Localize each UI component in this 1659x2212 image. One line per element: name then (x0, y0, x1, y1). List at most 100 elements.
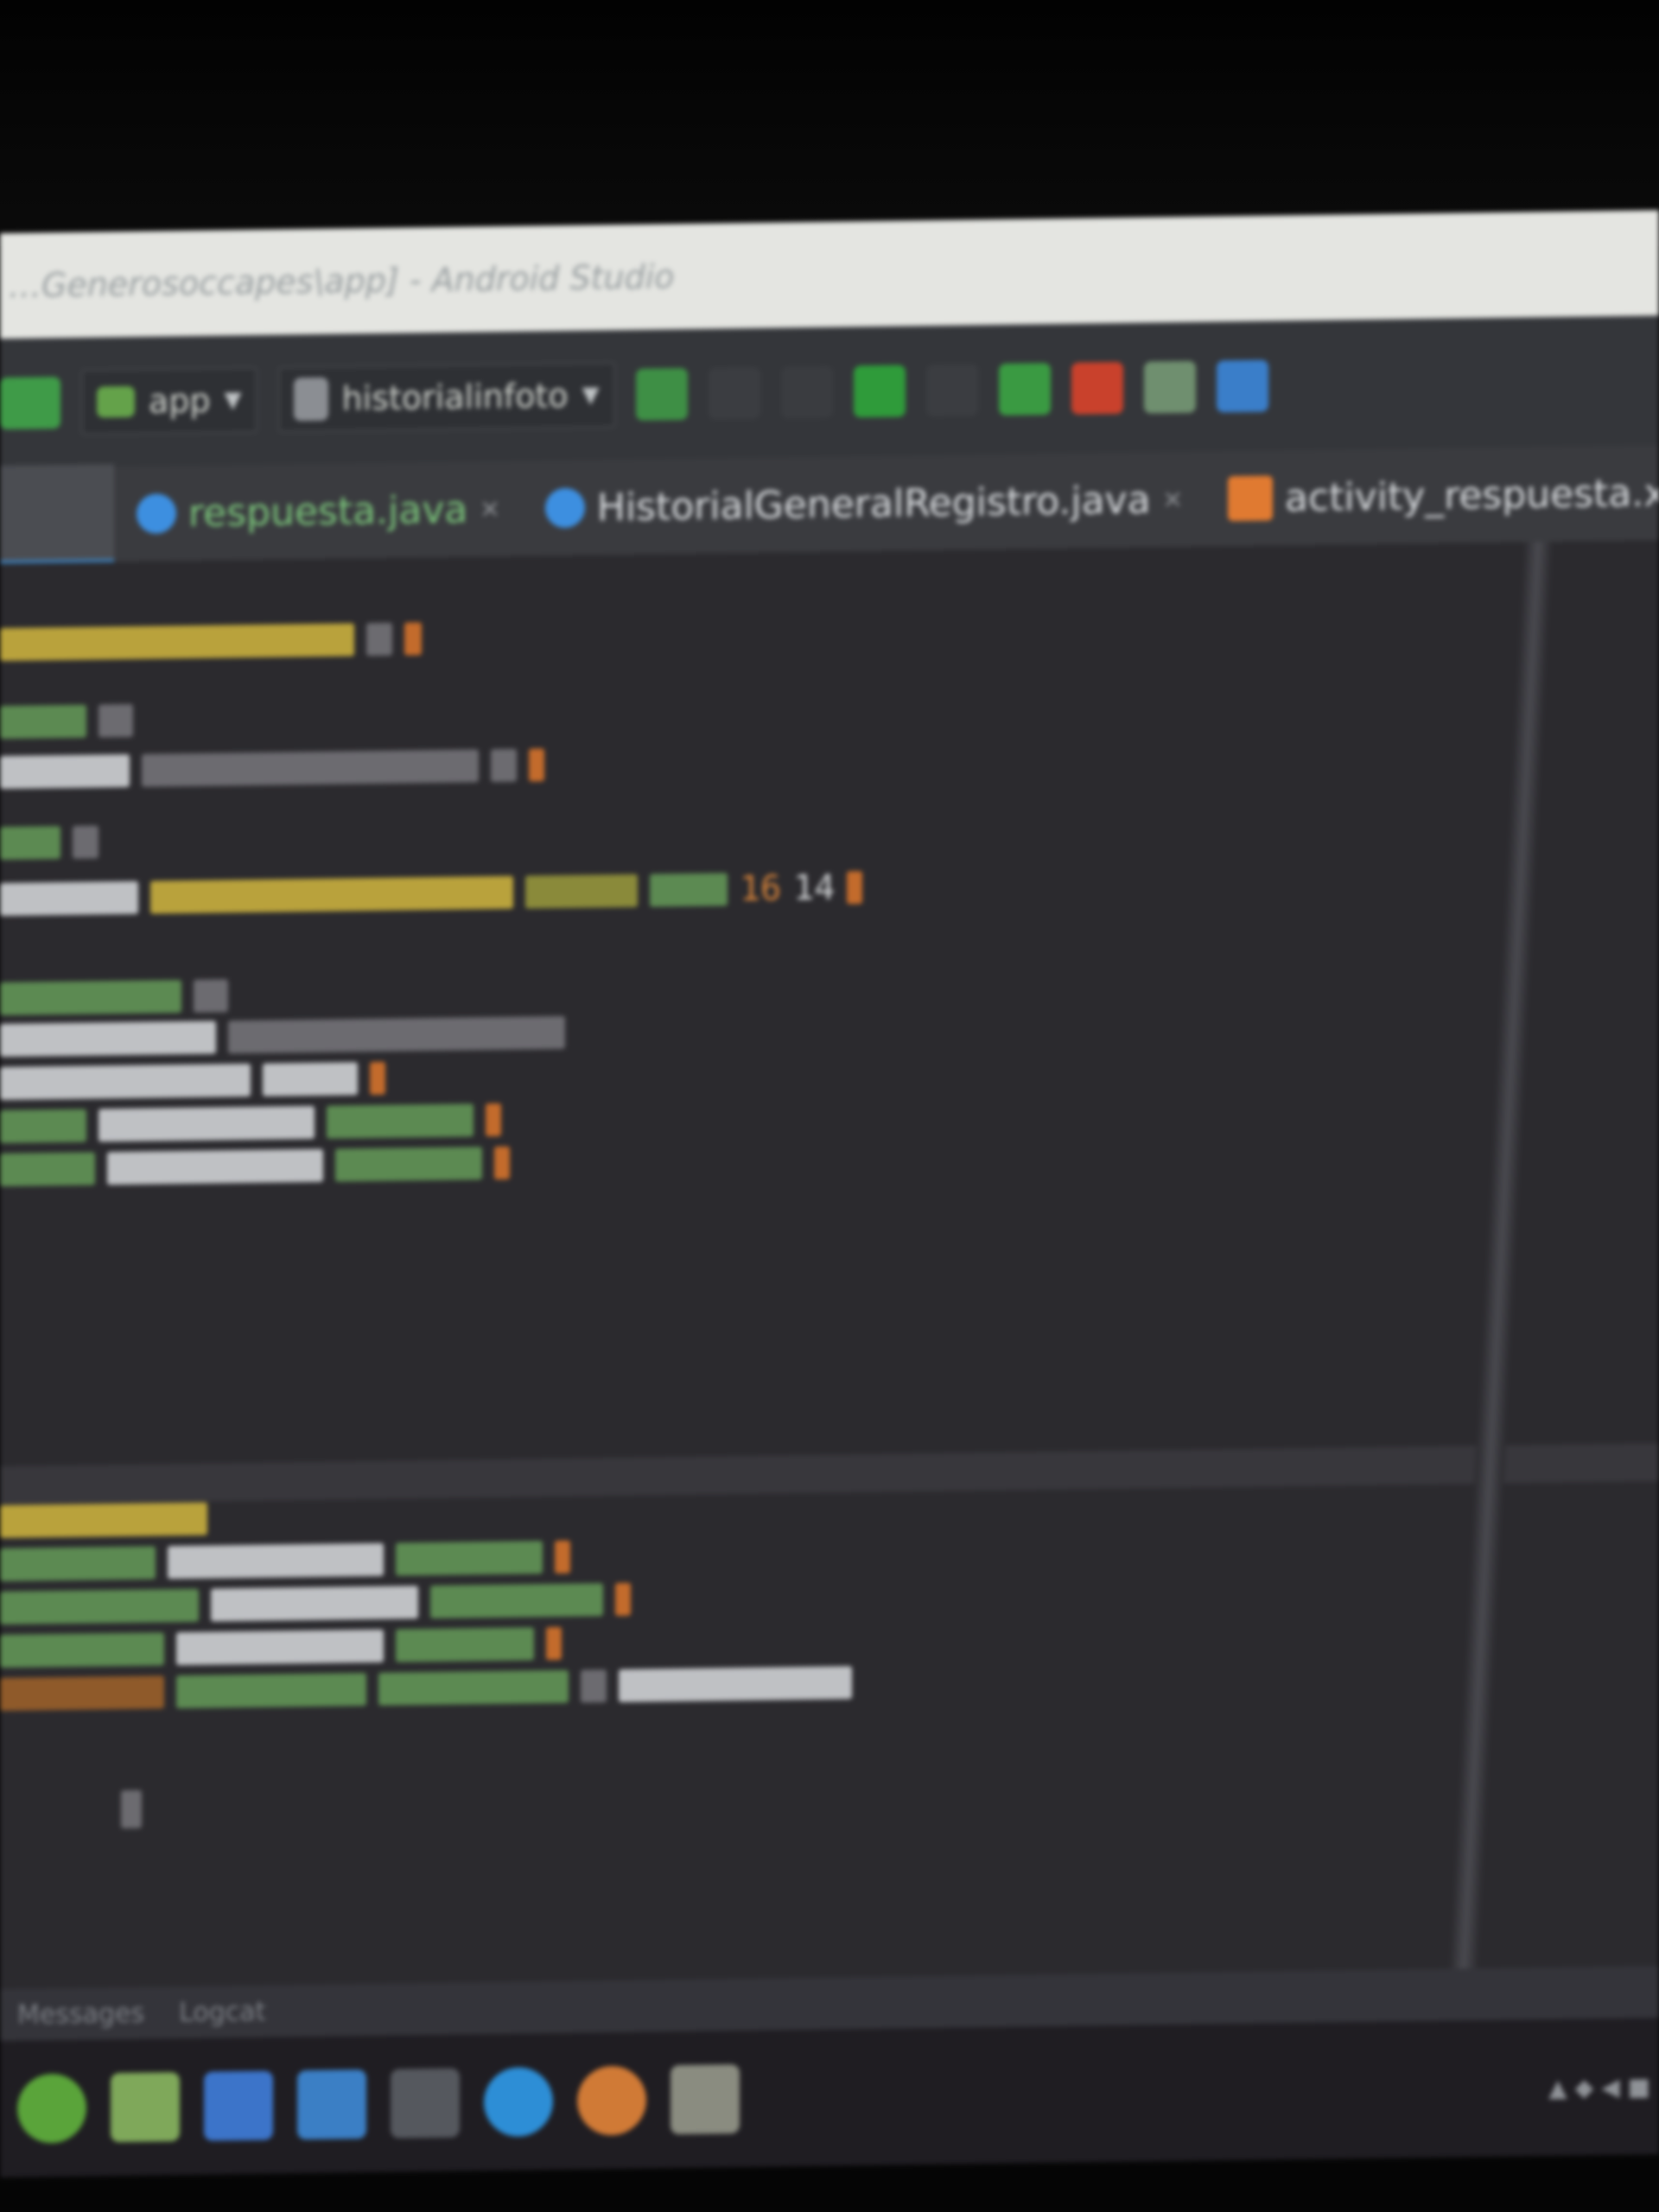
code-token (73, 825, 99, 859)
code-token (615, 1582, 631, 1617)
start-orb-icon[interactable] (17, 2073, 86, 2144)
sdk-manager-icon[interactable] (1216, 359, 1268, 413)
code-token (0, 1063, 251, 1100)
java-class-icon (544, 487, 585, 529)
code-line: 16 14 (0, 867, 863, 920)
code-token (491, 748, 517, 783)
code-token (211, 1586, 418, 1622)
explorer-icon[interactable] (111, 2072, 180, 2143)
code-token (555, 1540, 570, 1574)
module-selector[interactable]: app ▼ (81, 366, 257, 435)
code-token (0, 1632, 164, 1668)
tab-respuesta-java[interactable]: respuesta.java ✕ (114, 461, 523, 563)
code-token (378, 1669, 569, 1706)
debug-icon[interactable] (853, 365, 906, 418)
code-token (546, 1626, 562, 1661)
code-token (525, 874, 638, 909)
debug-disabled-icon[interactable] (780, 365, 833, 419)
media-player-icon[interactable] (204, 2070, 273, 2141)
code-token (176, 1673, 366, 1709)
code-token (150, 875, 513, 914)
close-icon[interactable]: ✕ (480, 494, 499, 523)
close-icon[interactable]: ✕ (1163, 485, 1183, 513)
code-token (0, 1675, 164, 1711)
tab-previous[interactable] (0, 464, 114, 566)
code-token (335, 1147, 482, 1182)
code-editor[interactable]: 16 14 (0, 540, 1659, 1990)
code-token (847, 871, 863, 905)
code-line (0, 1623, 562, 1672)
code-token (107, 1148, 323, 1185)
code-token (0, 1502, 207, 1538)
run-config-selector[interactable]: historialinfoto ▼ (277, 362, 615, 433)
code-line (0, 1099, 501, 1147)
ide-window: …Generosoccapes\app] - Android Studio ap… (0, 210, 1659, 2178)
code-line (0, 1536, 570, 1586)
split-band (0, 1443, 1659, 1504)
code-token (404, 622, 422, 656)
code-token (529, 748, 544, 782)
system-tray: ▲ ◆ ◀ ■ (1548, 2071, 1650, 2102)
java-class-icon (137, 493, 176, 534)
code-token (370, 1061, 385, 1096)
code-token (650, 873, 728, 907)
code-token (430, 1583, 603, 1619)
code-token (366, 622, 392, 657)
stop-icon[interactable] (1071, 361, 1123, 415)
code-token (0, 623, 354, 661)
module-selector-label: app (149, 381, 211, 421)
code-token (396, 1627, 534, 1662)
code-line (0, 700, 133, 743)
code-token (0, 1020, 216, 1057)
code-number: 14 (793, 868, 836, 909)
code-line (0, 1012, 565, 1061)
code-line (0, 1498, 207, 1542)
browser-icon[interactable] (297, 2069, 366, 2140)
code-line (0, 618, 422, 665)
code-token (142, 749, 479, 787)
profile-icon[interactable] (925, 364, 978, 417)
xml-layout-icon (1228, 475, 1274, 522)
code-token (99, 1105, 315, 1142)
monitor-bezel (0, 0, 1659, 246)
code-line (0, 821, 99, 864)
code-line (0, 975, 228, 1020)
code-token (619, 1666, 852, 1703)
code-token (486, 1103, 501, 1137)
attach-debugger-icon[interactable] (998, 363, 1051, 416)
chevron-down-icon: ▼ (582, 382, 600, 409)
code-token (0, 753, 130, 789)
tab-label: HistorialGeneralRegistro.java (596, 477, 1151, 530)
apply-changes-icon[interactable] (708, 366, 760, 420)
code-token (0, 1109, 86, 1143)
hammer-build-icon[interactable] (0, 377, 60, 429)
code-token (168, 1542, 384, 1580)
code-number: 16 (740, 868, 782, 910)
code-token (0, 980, 181, 1015)
sync-gradle-icon[interactable] (1143, 360, 1196, 414)
text-cursor (121, 1789, 142, 1830)
tab-activity-respuesta-xml[interactable]: activity_respuesta.xml (1205, 444, 1659, 547)
code-line (0, 1142, 510, 1191)
firefox-icon[interactable] (577, 2065, 646, 2136)
code-token (581, 1669, 607, 1703)
tab-historial-general-registro[interactable]: HistorialGeneralRegistro.java ✕ (523, 452, 1205, 556)
internet-explorer-icon[interactable] (484, 2067, 553, 2138)
logcat-tab[interactable]: Logcat (179, 1996, 265, 2027)
main-toolbar: app ▼ historialinfoto ▼ (0, 315, 1659, 468)
app-icon[interactable] (391, 2068, 460, 2139)
code-token (494, 1146, 510, 1180)
chevron-down-icon: ▼ (224, 387, 242, 414)
code-line (0, 1579, 631, 1629)
tab-label: activity_respuesta.xml (1285, 469, 1659, 520)
messages-tab[interactable]: Messages (17, 1998, 144, 2030)
code-token (263, 1062, 358, 1096)
caret-mark (121, 1789, 142, 1829)
code-token (396, 1541, 543, 1576)
android-studio-icon[interactable] (671, 2064, 740, 2135)
code-token (0, 1546, 156, 1581)
run-icon[interactable] (635, 367, 688, 421)
code-token (0, 1152, 95, 1186)
code-token (194, 979, 228, 1013)
code-token (0, 1588, 199, 1624)
